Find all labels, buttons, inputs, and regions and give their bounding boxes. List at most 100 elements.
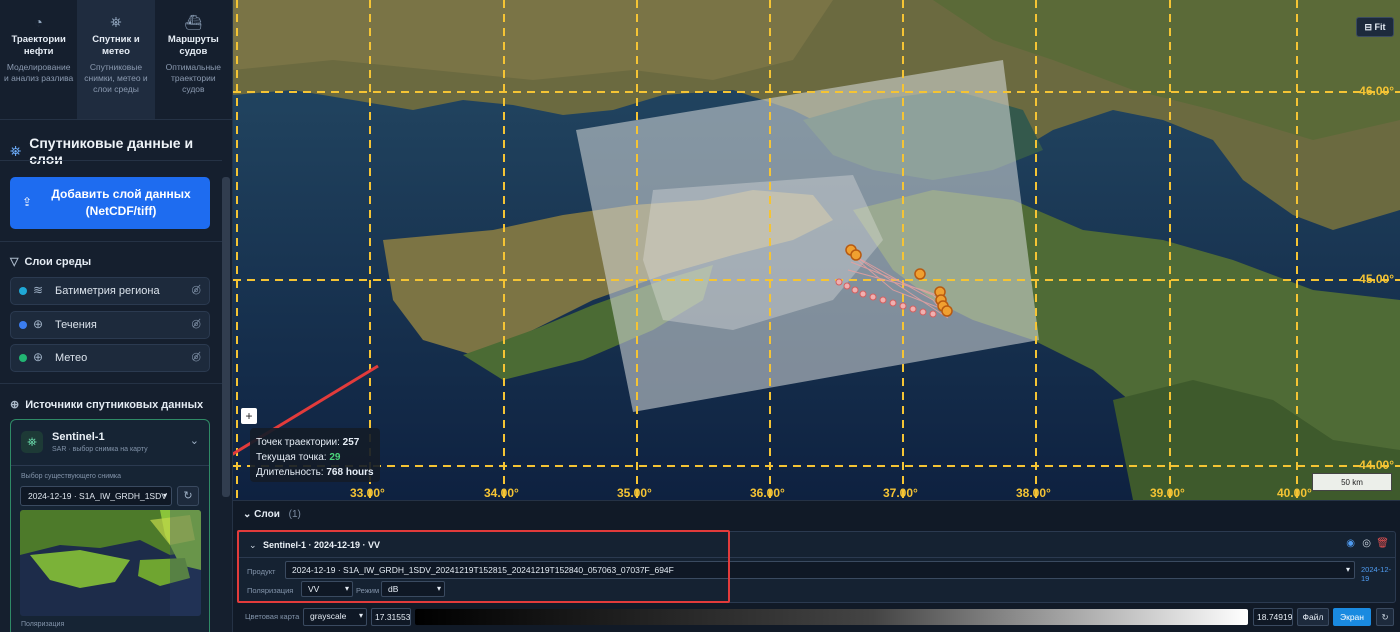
filter-icon: ▽ [10, 256, 19, 268]
layers-count: (1) [288, 509, 301, 520]
layers-title: Слои [254, 509, 280, 520]
map-view[interactable]: 46.00° 45.00° 44.00° 33.00° 34.00° 35.00… [233, 0, 1400, 500]
current-line: Текущая точка: 29 [256, 450, 374, 465]
divider [239, 557, 1395, 558]
satellite-icon: ⛯ [10, 142, 22, 159]
source-desc: SAR · выбор снимка на карту [52, 446, 148, 453]
chevron-down-icon[interactable]: ⌄ [190, 434, 199, 447]
tab-desc: Моделирование и анализ разлива [4, 62, 74, 83]
pick-label: Выбор существующего снимка [21, 473, 122, 480]
globe-icon: ⊕ [33, 317, 44, 331]
colormap-label: Цветовая карта [245, 612, 300, 621]
lon-label-39: 39.00° [1150, 486, 1185, 500]
scene-select-value: 2024-12-19 · S1A_IW_GRDH_1SDV [28, 491, 167, 501]
trash-icon[interactable]: 🗑 [1376, 538, 1389, 549]
product-select[interactable]: 2024-12-19 · S1A_IW_GRDH_1SDV_20241219T1… [285, 561, 1355, 579]
current-value: 29 [329, 452, 341, 463]
eye-icon[interactable]: ◎ [1362, 538, 1371, 549]
layer-name: Течения [55, 319, 97, 331]
refresh-button[interactable]: ↻ [177, 486, 199, 506]
screen-button[interactable]: Экран [1333, 608, 1371, 626]
fit-label: Fit [1374, 22, 1386, 32]
tab-desc: Спутниковые снимки, метео и слои среды [84, 62, 148, 94]
chevron-down-icon: ▾ [358, 611, 363, 620]
duration-label: Длительность: [256, 467, 324, 478]
max-value-input[interactable]: 18.74919 [1253, 608, 1293, 626]
divider [11, 465, 209, 466]
env-layer-currents[interactable]: ⊕ Течения ◎̸ [10, 311, 210, 339]
scene-select[interactable]: 2024-12-19 · S1A_IW_GRDH_1SDV ▾ [20, 486, 172, 506]
layer-color-dot [19, 354, 27, 362]
env-layers-title: Слои среды [24, 255, 92, 268]
lon-label-38: 38.00° [1016, 486, 1051, 500]
satellite-icon: ⛯ [110, 14, 122, 30]
sidebar-scrollbar[interactable] [222, 177, 230, 497]
lat-label-46: 46.00° [1359, 84, 1394, 98]
min-value-input[interactable]: 17.31553 [371, 608, 411, 626]
source-card-sentinel1: ⛯ Sentinel-1 SAR · выбор снимка на карту… [10, 419, 210, 632]
lon-label-33: 33.00° [350, 486, 385, 500]
tab-ship-routes[interactable]: ⛴ Маршруты судов Оптимальные траектории … [155, 0, 232, 119]
lat-label-44: 44.00° [1359, 458, 1394, 472]
points-line: Точек траектории: 257 [256, 435, 374, 450]
waves-icon: ≋ [33, 283, 44, 297]
chevron-down-icon: ⌄ [243, 509, 255, 520]
polarization-select[interactable]: VV ▾ [301, 581, 353, 597]
zoom-in-button[interactable]: + [241, 408, 257, 424]
fit-icon: ⊟ [1364, 22, 1375, 32]
tab-title: Спутник и метео [92, 34, 140, 57]
source-name: Sentinel-1 [52, 431, 105, 443]
layer-name: Батиметрия региона [55, 285, 160, 297]
colormap-value: grayscale [310, 611, 347, 621]
eye-off-icon[interactable]: ◎̸ [191, 317, 201, 330]
lon-label-37: 37.00° [883, 486, 918, 500]
layer-color-dot [19, 287, 27, 295]
locate-icon[interactable]: ◉ [1346, 538, 1355, 549]
layer-name: Метео [55, 352, 88, 364]
layers-header[interactable]: ⌄ Слои (1) [243, 509, 301, 520]
points-value: 257 [342, 437, 360, 448]
chevron-down-icon: ▾ [162, 491, 167, 500]
upload-icon: ⇪ [22, 195, 33, 209]
tab-title: Траектории нефти [11, 34, 66, 57]
divider [0, 383, 222, 384]
refresh-button[interactable]: ↻ [1376, 608, 1394, 626]
polarization-label: Поляризация [21, 621, 65, 628]
layer-title: Sentinel-1 · 2024-12-19 · VV [263, 540, 381, 550]
eye-off-icon[interactable]: ◎̸ [191, 283, 201, 296]
chevron-down-icon: ▾ [344, 584, 349, 593]
duration-value: 768 hours [326, 467, 374, 478]
current-label: Текущая точка: [256, 452, 327, 463]
scene-preview-image [20, 510, 201, 616]
eye-off-icon[interactable]: ◎̸ [191, 350, 201, 363]
lon-label-34: 34.00° [484, 486, 519, 500]
tab-oil-trajectories[interactable]: ◔ Траектории нефти Моделирование и анали… [0, 0, 77, 119]
product-value: 2024-12-19 · S1A_IW_GRDH_1SDV_20241219T1… [292, 565, 674, 575]
tab-desc: Оптимальные траектории судов [165, 62, 221, 94]
env-layers-header: ▽ Слои среды [10, 255, 92, 269]
divider [0, 160, 222, 161]
env-layer-meteo[interactable]: ⊕ Метео ◎̸ [10, 344, 210, 372]
tab-satellite-meteo[interactable]: ⛯ Спутник и метео Спутниковые снимки, ме… [77, 0, 155, 119]
fit-button[interactable]: ⊟ Fit [1356, 17, 1394, 37]
mode-select[interactable]: dB ▾ [381, 581, 445, 597]
refresh-icon: ↻ [183, 490, 193, 502]
ship-icon: ⛴ [184, 14, 203, 30]
polarization-value: VV [308, 584, 320, 594]
droplet-icon: ◔ [34, 14, 43, 30]
chevron-down-icon: ▾ [436, 584, 441, 593]
mode-value: dB [388, 584, 399, 594]
layers-panel: ⌄ Слои (1) ⌄ Sentinel-1 · 2024-12-19 · V… [233, 500, 1400, 632]
points-label: Точек траектории: [256, 437, 340, 448]
sources-header: ⊕ Источники спутниковых данных [10, 398, 203, 412]
add-data-layer-button[interactable]: ⇪ Добавить слой данных (NetCDF/tiff) [10, 177, 210, 229]
map-canvas [233, 0, 1400, 500]
chevron-down-icon[interactable]: ⌄ [249, 540, 257, 551]
refresh-icon: ↻ [1381, 612, 1389, 622]
colormap-gradient [415, 609, 1248, 625]
colormap-select[interactable]: grayscale ▾ [303, 608, 367, 626]
env-layer-bathymetry[interactable]: ≋ Батиметрия региона ◎̸ [10, 277, 210, 305]
lon-label-40: 40.00° [1277, 486, 1312, 500]
file-button[interactable]: Файл [1297, 608, 1329, 626]
polarization-label: Поляризация [247, 586, 294, 595]
